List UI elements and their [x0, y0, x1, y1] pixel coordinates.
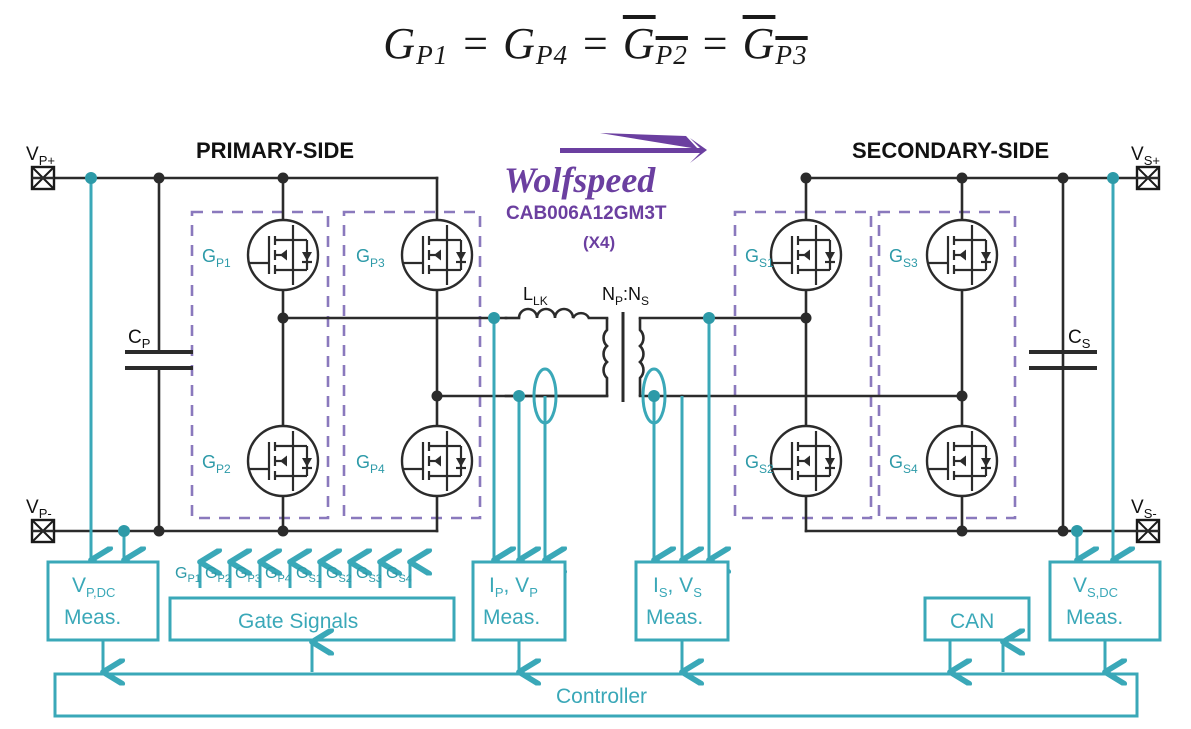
block-ip-vp-label-line2: Meas. [483, 606, 540, 629]
mosfet-label-gs1: GS1 [745, 246, 774, 270]
block-is-vs-label-line2: Meas. [646, 606, 703, 629]
block-controller[interactable]: Controller [53, 672, 1139, 718]
terminal-label-vp-minus: VP- [26, 497, 52, 521]
mosfet-label-gp3: GP3 [356, 246, 385, 270]
controller-links [103, 640, 1105, 672]
gate-signal-label-gs4: GS4 [386, 565, 412, 585]
terminal-label-vs-plus: VS+ [1131, 144, 1160, 168]
block-vp-dc-meas[interactable]: VP,DC Meas. [46, 560, 160, 642]
transformer [602, 312, 645, 402]
mosfet-gs2[interactable] [769, 424, 843, 498]
block-can[interactable]: CAN [923, 596, 1031, 642]
gate-signal-label-gs2: GS2 [326, 565, 352, 585]
block-ip-vp-meas[interactable]: IP, VP Meas. [471, 560, 567, 642]
block-is-vs-meas[interactable]: IS, VS Meas. [634, 560, 730, 642]
mosfet-gs4[interactable] [925, 424, 999, 498]
terminal-label-vs-minus: VS- [1131, 497, 1157, 521]
terminal-label-vp-plus: VP+ [26, 144, 55, 168]
wolfspeed-logo: Wolfspeed CAB006A12GM3T (X4) [504, 133, 707, 252]
block-gate-signals-label: Gate Signals [238, 610, 358, 633]
inductor-llk [517, 307, 591, 319]
gate-signal-label-gs1: GS1 [296, 565, 322, 585]
mosfet-gp4[interactable] [400, 424, 474, 498]
header-secondary-side: SECONDARY-SIDE [852, 138, 1049, 163]
block-can-label: CAN [950, 610, 994, 633]
mosfet-label-gs4: GS4 [889, 452, 918, 476]
block-gate-signals[interactable]: Gate Signals [168, 596, 456, 642]
circuit-diagram-page: GP1 = GP4 = GP2 = GP3 CP CS LLK NP:NS GP… [0, 0, 1191, 729]
mosfet-gs3[interactable] [925, 218, 999, 292]
wolfspeed-part-number: CAB006A12GM3T [506, 203, 667, 224]
transformer-primary-winding [602, 318, 609, 396]
block-vs-dc-meas[interactable]: VS,DC Meas. [1048, 560, 1162, 642]
mosfet-gp2[interactable] [246, 424, 320, 498]
transformer-ratio-label: NP:NS [602, 284, 649, 308]
block-vs-dc-label-line2: Meas. [1066, 606, 1123, 629]
header-primary-side: PRIMARY-SIDE [196, 138, 354, 163]
mosfet-label-gs2: GS2 [745, 452, 774, 476]
mosfet-label-gp4: GP4 [356, 452, 385, 476]
inductor-llk-label: LLK [523, 284, 548, 308]
capacitor-cs-label: CS [1068, 327, 1091, 351]
mosfet-label-gp1: GP1 [202, 246, 231, 270]
gate-signal-label-gp4: GP4 [265, 565, 291, 585]
capacitor-cp-label: CP [128, 327, 150, 351]
block-controller-label: Controller [556, 685, 647, 708]
gate-signal-label-gp2: GP2 [205, 565, 231, 585]
mosfet-gp1[interactable] [246, 218, 320, 292]
gate-signal-label-gs3: GS3 [356, 565, 382, 585]
mosfet-label-gp2: GP2 [202, 452, 231, 476]
mosfet-gp3[interactable] [400, 218, 474, 292]
wolfspeed-wordmark: Wolfspeed [504, 160, 656, 200]
block-vp-dc-label-line2: Meas. [64, 606, 121, 629]
mosfet-gs1[interactable] [769, 218, 843, 292]
schematic-canvas: CP CS LLK NP:NS GP1 GP2 GP3 GP4 GS1 GS2 … [26, 133, 1162, 718]
mosfet-label-gs3: GS3 [889, 246, 918, 270]
gate-signal-label-gp3: GP3 [235, 565, 261, 585]
gate-signal-label-gp1: GP1 [175, 565, 201, 585]
wolfspeed-quantity: (X4) [583, 233, 615, 252]
